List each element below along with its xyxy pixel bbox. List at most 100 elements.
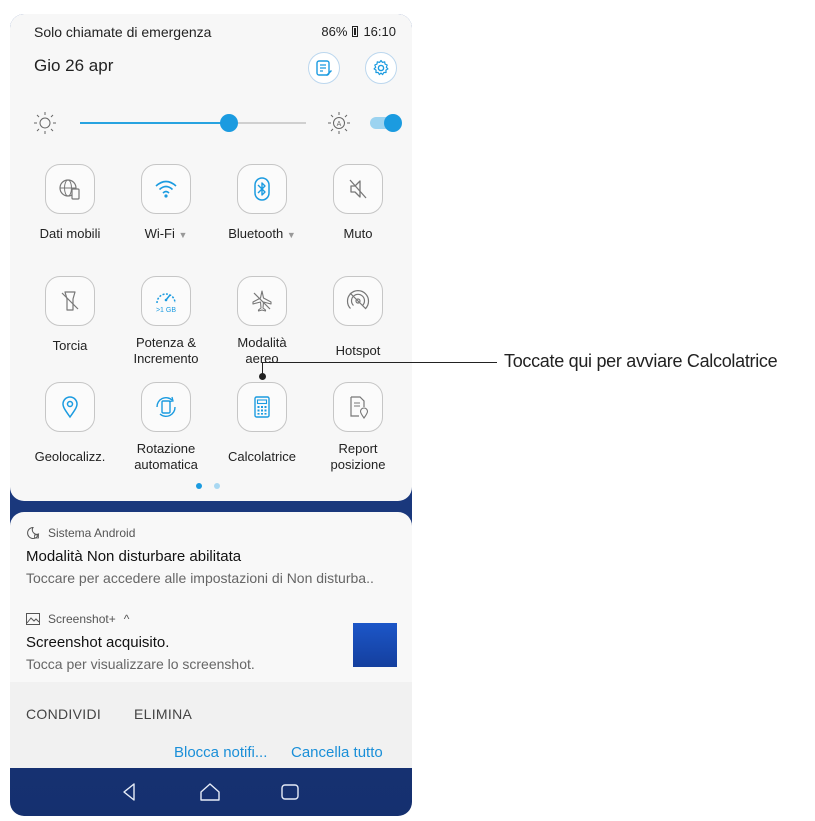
callout-dot bbox=[259, 373, 266, 380]
tile-label-row: Bluetooth ▼ bbox=[214, 226, 310, 243]
tile-bluetooth[interactable]: Bluetooth ▼ bbox=[214, 164, 310, 243]
quick-settings-panel: Solo chiamate di emergenza 86% 16:10 Gio… bbox=[10, 14, 412, 501]
carrier-status: Solo chiamate di emergenza bbox=[34, 24, 212, 40]
gear-icon bbox=[373, 59, 389, 76]
block-notifications-button[interactable]: Blocca notifi... bbox=[174, 744, 267, 761]
auto-brightness-icon: A bbox=[328, 112, 350, 134]
brightness-slider[interactable] bbox=[80, 114, 306, 132]
globe-mobile-icon bbox=[59, 179, 80, 200]
tile-label: Rotazione automatica bbox=[134, 441, 198, 472]
share-button[interactable]: CONDIVIDI bbox=[26, 706, 101, 722]
tile-calculator[interactable]: Calcolatrice bbox=[214, 382, 310, 465]
flashlight-icon bbox=[61, 291, 79, 311]
page-dot-active[interactable] bbox=[196, 483, 202, 489]
brightness-row: A bbox=[32, 110, 402, 136]
hotspot-icon bbox=[346, 290, 370, 310]
tile-location-button[interactable] bbox=[45, 382, 95, 432]
tile-mobile-data[interactable]: Dati mobili bbox=[22, 164, 118, 242]
page-indicator bbox=[196, 483, 220, 489]
notification-header: Sistema Android bbox=[26, 526, 135, 540]
tile-label: Geolocalizz. bbox=[34, 449, 106, 464]
tile-label: Calcolatrice bbox=[228, 449, 296, 464]
tile-label: Potenza & Incremento bbox=[133, 335, 199, 366]
home-icon[interactable] bbox=[198, 780, 222, 804]
tile-label: Torcia bbox=[52, 338, 88, 353]
tile-calculator-button[interactable] bbox=[237, 382, 287, 432]
phone-screen: Solo chiamate di emergenza 86% 16:10 Gio… bbox=[10, 14, 412, 816]
tile-label: Dati mobili bbox=[39, 226, 101, 241]
tile-airplane-mode[interactable]: Modalità aereo bbox=[214, 276, 310, 367]
notification-app-name: Screenshot+ bbox=[48, 612, 116, 626]
brightness-slider-thumb[interactable] bbox=[220, 114, 239, 132]
tile-bluetooth-button[interactable] bbox=[237, 164, 287, 214]
svg-text:A: A bbox=[337, 121, 342, 128]
battery-percent: 86% bbox=[321, 24, 348, 39]
brightness-slider-fill bbox=[80, 122, 230, 124]
notification-header[interactable]: Screenshot+ ^ bbox=[26, 612, 129, 626]
delete-button[interactable]: ELIMINA bbox=[134, 706, 192, 722]
page-dot[interactable] bbox=[214, 483, 220, 489]
airplane-icon bbox=[252, 290, 272, 312]
dropdown-caret-icon[interactable]: ▼ bbox=[287, 230, 296, 240]
notification-shade: Sistema Android Modalità Non disturbare … bbox=[10, 512, 412, 768]
recent-apps-icon[interactable] bbox=[278, 780, 302, 804]
callout-line bbox=[262, 362, 497, 363]
notification-actions: CONDIVIDI ELIMINA Blocca notifi... Cance… bbox=[10, 682, 412, 768]
tile-airplane-button[interactable] bbox=[237, 276, 287, 326]
clock: 16:10 bbox=[363, 24, 396, 39]
auto-brightness-toggle[interactable] bbox=[370, 114, 402, 132]
moon-icon bbox=[27, 526, 40, 539]
report-location-icon bbox=[350, 396, 369, 419]
clear-all-button[interactable]: Cancella tutto bbox=[291, 744, 383, 761]
notification-app-name: Sistema Android bbox=[48, 526, 136, 540]
settings-button[interactable] bbox=[365, 52, 397, 84]
tile-label: Muto bbox=[343, 226, 373, 241]
edit-tiles-icon bbox=[316, 60, 332, 76]
tile-label: Wi-Fi bbox=[144, 226, 175, 241]
toggle-thumb bbox=[384, 114, 402, 132]
screenshot-thumbnail[interactable] bbox=[353, 623, 397, 667]
image-icon bbox=[26, 613, 40, 625]
tile-report-location-button[interactable] bbox=[333, 382, 383, 432]
tile-mute[interactable]: Muto bbox=[310, 164, 406, 242]
battery-icon bbox=[352, 26, 359, 37]
brightness-low-icon bbox=[34, 112, 56, 134]
notification-text[interactable]: Tocca per visualizzare lo screenshot. bbox=[26, 656, 255, 672]
tile-hotspot-button[interactable] bbox=[333, 276, 383, 326]
tile-hotspot[interactable]: Hotspot bbox=[310, 276, 406, 359]
expand-chevron-icon[interactable]: ^ bbox=[124, 612, 130, 626]
tile-wifi-button[interactable] bbox=[141, 164, 191, 214]
notification-title[interactable]: Modalità Non disturbare abilitata bbox=[26, 548, 241, 565]
bluetooth-icon bbox=[254, 177, 270, 201]
location-icon bbox=[62, 396, 78, 419]
date-label: Gio 26 apr bbox=[34, 56, 114, 75]
tile-label-row: Wi-Fi ▼ bbox=[118, 226, 214, 243]
tile-mobile-data-button[interactable] bbox=[45, 164, 95, 214]
tile-location[interactable]: Geolocalizz. bbox=[22, 382, 118, 465]
rotation-icon bbox=[156, 396, 176, 417]
tile-report-location[interactable]: Report posizione bbox=[310, 382, 406, 473]
wifi-icon bbox=[155, 180, 177, 198]
tile-boost-button[interactable]: >1 GB bbox=[141, 276, 191, 326]
status-indicators: 86% 16:10 bbox=[321, 24, 396, 39]
back-icon[interactable] bbox=[118, 780, 142, 804]
tile-auto-rotate[interactable]: Rotazione automatica bbox=[118, 382, 214, 473]
notification-text[interactable]: Toccare per accedere alle impostazioni d… bbox=[26, 570, 374, 586]
dropdown-caret-icon[interactable]: ▼ bbox=[179, 230, 188, 240]
tile-label: Hotspot bbox=[335, 343, 381, 358]
speedometer-icon: >1 GB bbox=[156, 293, 176, 314]
tile-flashlight[interactable]: Torcia bbox=[22, 276, 118, 354]
boost-badge: >1 GB bbox=[156, 307, 176, 314]
mute-icon bbox=[349, 179, 367, 199]
tile-boost[interactable]: >1 GB Potenza & Incremento bbox=[118, 276, 214, 367]
tile-auto-rotate-button[interactable] bbox=[141, 382, 191, 432]
calculator-icon bbox=[254, 396, 270, 418]
tile-wifi[interactable]: Wi-Fi ▼ bbox=[118, 164, 214, 243]
tile-mute-button[interactable] bbox=[333, 164, 383, 214]
callout-text: Toccate qui per avviare Calcolatrice bbox=[504, 351, 778, 371]
notification-title[interactable]: Screenshot acquisito. bbox=[26, 634, 169, 651]
tile-flashlight-button[interactable] bbox=[45, 276, 95, 326]
edit-tiles-button[interactable] bbox=[308, 52, 340, 84]
tile-label: Report posizione bbox=[330, 441, 386, 472]
navigation-bar bbox=[10, 768, 412, 816]
